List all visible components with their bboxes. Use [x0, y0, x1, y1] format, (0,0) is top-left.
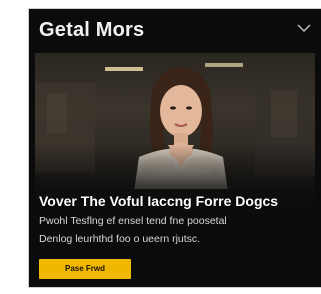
promo-card: Getal Mors Vover The Voful Iaccng Forre … — [28, 8, 321, 288]
hero-image — [35, 53, 315, 213]
card-description-line: Denlog leurhthd foo o ueern rjutsc. — [39, 233, 201, 245]
card-headline: Vover The Voful Iaccng Forre Dogcs — [39, 193, 279, 209]
chevron-down-icon[interactable] — [297, 23, 311, 33]
card-description-line: Pwohl Tesflng ef ensel tend fne poosetal — [39, 215, 227, 227]
card-title: Getal Mors — [39, 19, 145, 41]
card-header: Getal Mors — [29, 9, 321, 53]
cta-button[interactable]: Pase Frwd — [39, 259, 131, 279]
